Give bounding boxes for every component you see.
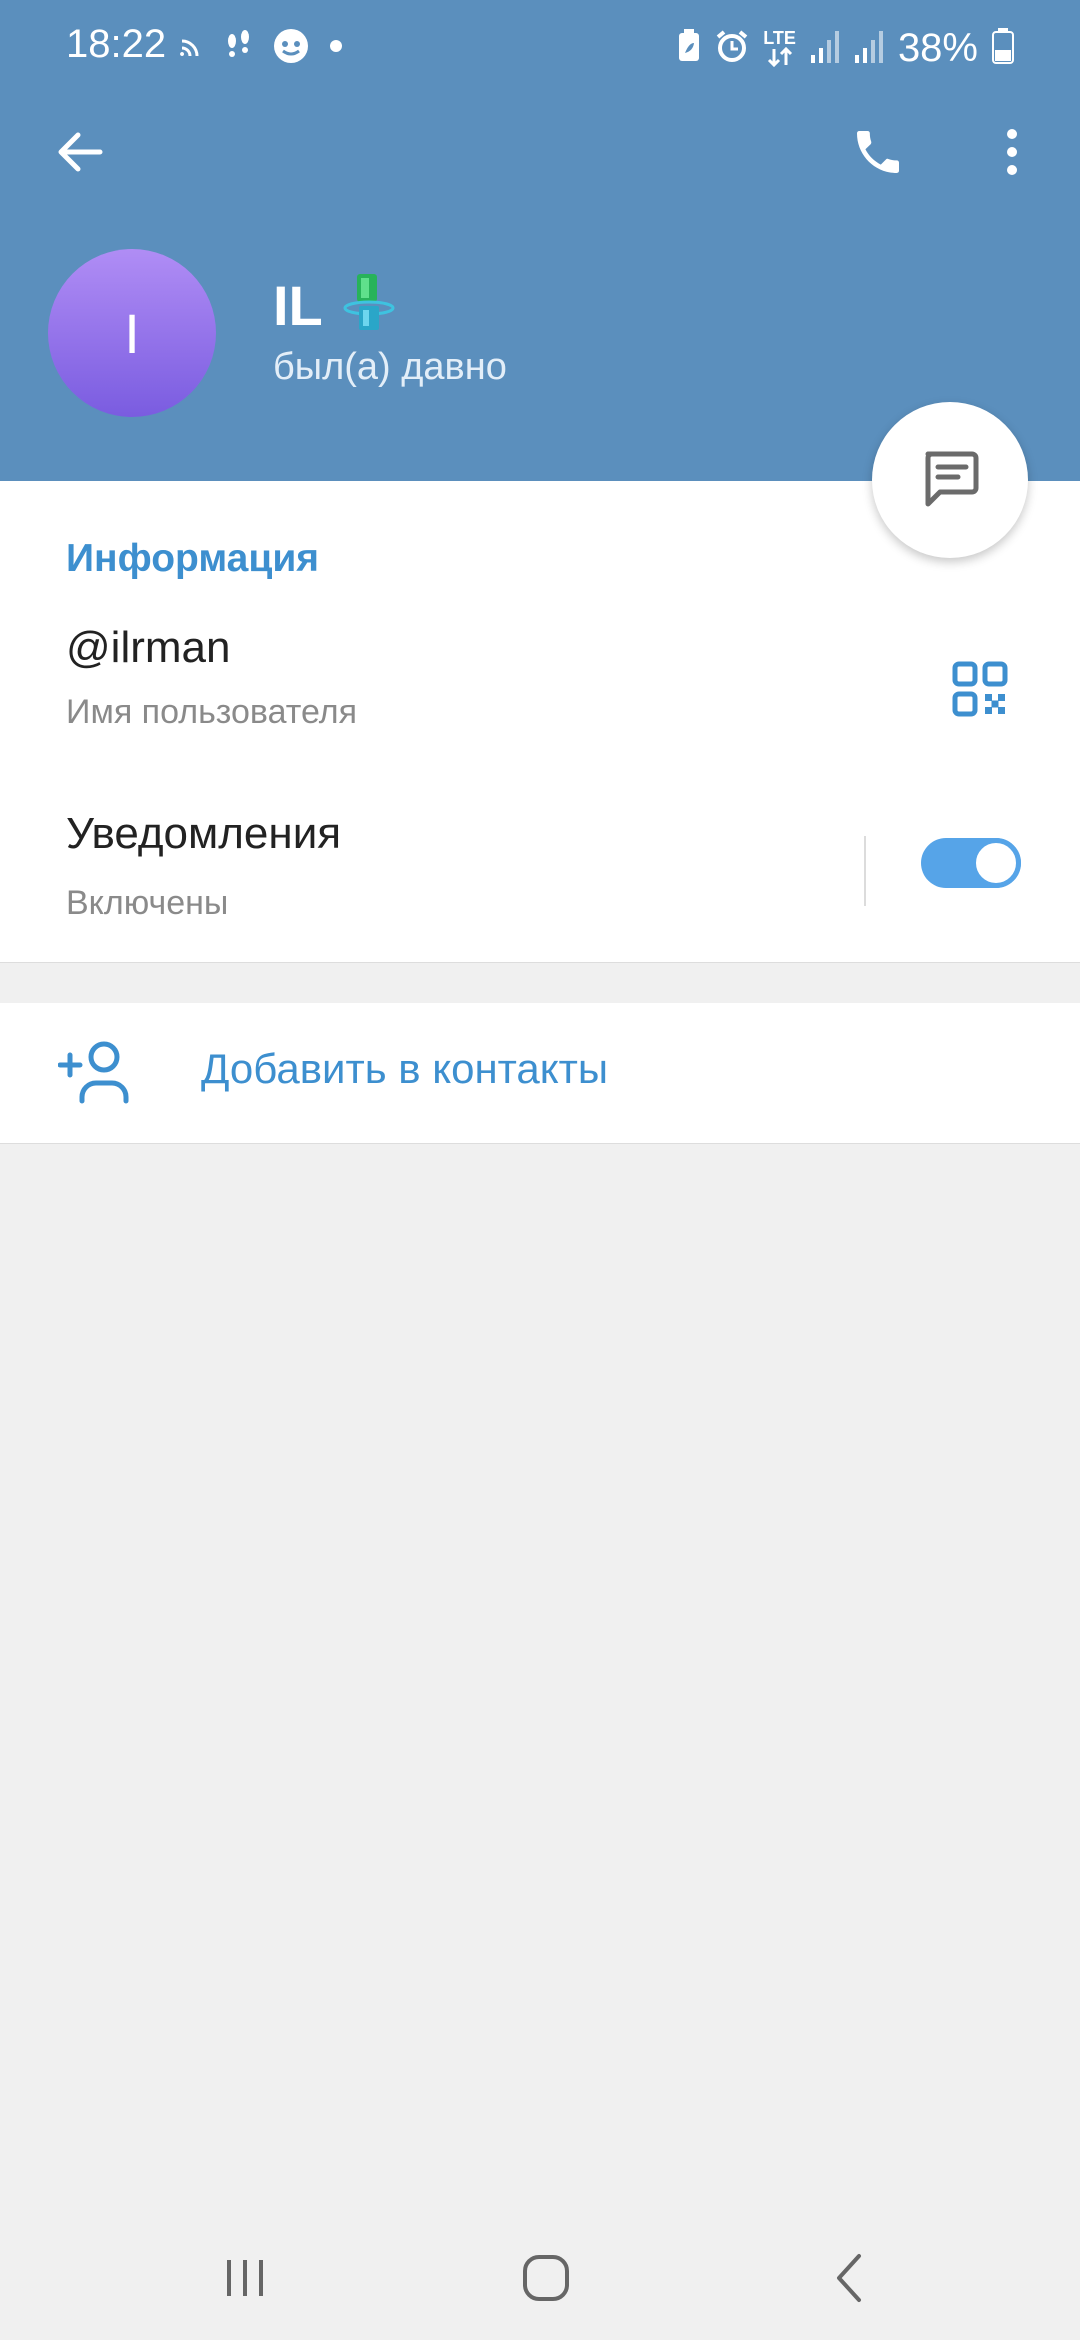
footsteps-icon: [222, 29, 256, 68]
back-icon: [829, 2252, 869, 2309]
notifications-toggle[interactable]: [921, 838, 1021, 888]
avatar[interactable]: I: [48, 249, 216, 417]
username-caption: Имя пользователя: [66, 693, 357, 731]
profile-status: был(а) давно: [273, 346, 507, 388]
add-contact-button[interactable]: Добавить в контакты: [0, 1003, 1080, 1144]
lte-data-icon: LTE: [763, 29, 796, 67]
signal-icon: [810, 29, 840, 68]
more-options-button[interactable]: [976, 118, 1048, 190]
divider: [864, 836, 866, 906]
toggle-knob: [971, 838, 1021, 888]
chat-bubble-icon: [272, 27, 310, 70]
call-button[interactable]: [842, 118, 914, 190]
recent-apps-icon: [221, 2254, 269, 2307]
recent-apps-button[interactable]: [205, 2240, 285, 2320]
status-left-icons: [178, 26, 346, 70]
dot-icon: [326, 36, 346, 61]
qr-code-button[interactable]: [940, 651, 1020, 731]
add-contact-label: Добавить в контакты: [201, 1045, 609, 1092]
message-icon: [918, 446, 982, 515]
premium-emoji-icon[interactable]: [343, 272, 395, 339]
info-card: Информация @ilrman Имя пользователя Увед…: [0, 481, 1080, 963]
battery-saver-icon: [677, 28, 701, 68]
alarm-icon: [715, 29, 749, 68]
back-button[interactable]: [44, 118, 116, 190]
lte-label: LTE: [763, 28, 796, 48]
send-message-button[interactable]: [872, 402, 1028, 558]
more-vertical-icon: [1004, 126, 1020, 183]
arrow-left-icon: [54, 126, 106, 183]
status-time: 18:22: [66, 22, 167, 66]
back-nav-button[interactable]: [809, 2240, 889, 2320]
notifications-title[interactable]: Уведомления: [66, 809, 341, 859]
battery-icon: [992, 27, 1014, 69]
profile-name-row: IL: [273, 272, 395, 339]
home-icon: [520, 2252, 572, 2309]
status-right-icons: LTE 38%: [677, 26, 1014, 70]
notifications-status: Включены: [66, 884, 229, 922]
battery-percent: 38%: [897, 25, 978, 70]
phone-icon: [850, 124, 906, 185]
avatar-letter: I: [124, 301, 140, 365]
username-value[interactable]: @ilrman: [66, 623, 230, 673]
navigation-bar: [0, 2220, 1080, 2340]
profile-name: IL: [273, 274, 323, 337]
qr-code-icon: [952, 661, 1008, 722]
signal-icon: [854, 29, 884, 68]
status-bar: 18:22 LTE 38%: [0, 0, 1080, 96]
add-user-icon: [57, 1035, 134, 1111]
section-title-info: Информация: [66, 537, 320, 580]
home-button[interactable]: [506, 2240, 586, 2320]
cast-icon: [178, 32, 206, 65]
